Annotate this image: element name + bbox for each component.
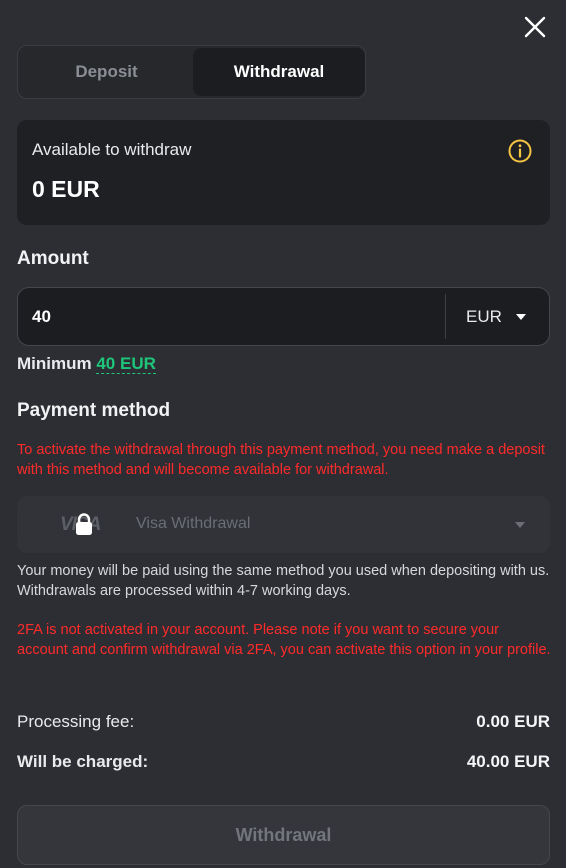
payment-method-title: Payment method (17, 400, 171, 421)
amount-field: EUR (17, 287, 550, 346)
available-balance-card: Available to withdraw 0 EUR (17, 120, 550, 225)
currency-label: EUR (466, 306, 502, 326)
chevron-down-icon (515, 522, 525, 528)
tab-withdrawal[interactable]: Withdrawal (193, 48, 365, 96)
charged-value: 40.00 EUR (466, 752, 550, 771)
info-icon[interactable] (507, 138, 533, 164)
close-icon (524, 16, 546, 38)
amount-title: Amount (17, 248, 89, 269)
tab-bar: Deposit Withdrawal (17, 45, 366, 99)
payment-method-label: Visa Withdrawal (136, 515, 251, 532)
minimum-amount: Minimum 40 EUR (17, 354, 156, 374)
payment-info-note: Your money will be paid using the same m… (17, 563, 550, 599)
close-button[interactable] (522, 14, 548, 40)
available-value: 0 EUR (32, 176, 100, 202)
lock-icon (76, 513, 92, 535)
withdrawal-button[interactable]: Withdrawal (17, 805, 550, 865)
processing-fee-value: 0.00 EUR (476, 712, 550, 731)
tab-deposit[interactable]: Deposit (20, 48, 193, 96)
charged-label: Will be charged: (17, 752, 149, 771)
processing-fee-label: Processing fee: (17, 712, 135, 731)
payment-method-warning: To activate the withdrawal through this … (17, 442, 545, 478)
minimum-label: Minimum (17, 354, 92, 373)
available-label: Available to withdraw (32, 140, 192, 159)
currency-select[interactable]: EUR (446, 288, 550, 345)
amount-input[interactable] (32, 288, 442, 345)
payment-method-select[interactable]: VISA Visa Withdrawal (17, 496, 550, 553)
minimum-value-link[interactable]: 40 EUR (96, 354, 156, 374)
twofa-warning: 2FA is not activated in your account. Pl… (17, 622, 551, 658)
chevron-down-icon (515, 313, 526, 320)
